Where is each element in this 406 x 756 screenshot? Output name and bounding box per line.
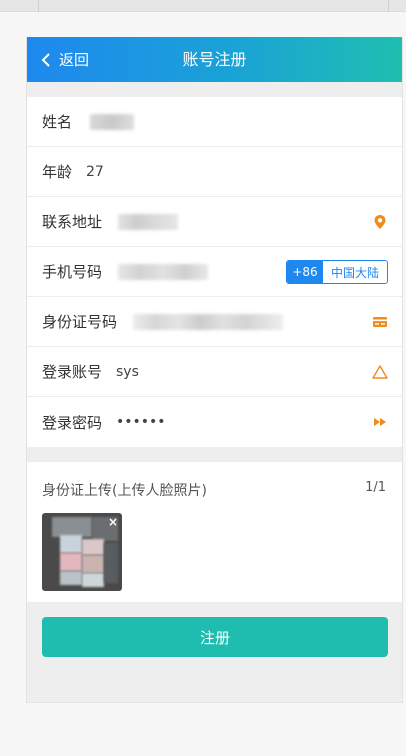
photo-pixel (60, 535, 82, 553)
id-number-row: 身份证号码 (27, 297, 402, 347)
phone-row: 手机号码 +86 中国大陆 (27, 247, 402, 297)
upload-count: 1/1 (365, 480, 386, 495)
country-code-button[interactable]: +86 (287, 261, 323, 283)
id-upload-section: 身份证上传(上传人脸照片) 1/1 × (27, 462, 402, 602)
photo-pixel (52, 517, 92, 537)
triangle-warning-icon[interactable] (372, 364, 388, 380)
phone-label: 手机号码 (42, 263, 103, 281)
back-button[interactable]: 返回 (41, 37, 89, 82)
password-label: 登录密码 (42, 413, 103, 432)
location-pin-icon[interactable] (372, 214, 388, 230)
photo-pixel (82, 573, 104, 587)
back-label: 返回 (59, 51, 90, 69)
register-button[interactable]: 注册 (42, 617, 388, 657)
region-button[interactable]: 中国大陆 (323, 261, 387, 283)
photo-pixel (82, 555, 104, 573)
address-row: 联系地址 (27, 197, 402, 247)
id-number-field[interactable] (133, 313, 284, 330)
registration-form: 姓名 年龄 27 联系地址 手机号码 +86 中国大陆 身份证号码 登录账号 s… (27, 97, 402, 447)
id-number-label: 身份证号码 (42, 313, 118, 331)
age-label: 年龄 (42, 163, 73, 181)
password-field[interactable]: •••••• (116, 414, 166, 430)
country-code-selector: +86 中国大陆 (286, 260, 388, 284)
strip-divider (38, 0, 39, 12)
name-field[interactable] (90, 113, 135, 130)
photo-pixel (82, 539, 104, 555)
strip-divider (388, 0, 389, 12)
phone-screen: 返回 账号注册 姓名 年龄 27 联系地址 手机号码 +86 中国大陆 身份证号… (26, 37, 403, 703)
account-label: 登录账号 (42, 363, 103, 381)
fast-forward-icon[interactable] (372, 414, 388, 430)
phone-field[interactable] (118, 263, 209, 280)
account-row: 登录账号 sys (27, 347, 402, 397)
address-field[interactable] (118, 213, 179, 230)
age-row: 年龄 27 (27, 147, 402, 197)
photo-pixel (60, 553, 82, 571)
account-field[interactable]: sys (116, 364, 139, 380)
password-row: 登录密码 •••••• (27, 397, 402, 447)
name-label: 姓名 (42, 113, 73, 131)
photo-pixel (60, 571, 82, 585)
browser-top-strip (0, 0, 406, 12)
address-label: 联系地址 (42, 213, 103, 231)
remove-photo-button[interactable]: × (108, 515, 118, 529)
name-row: 姓名 (27, 97, 402, 147)
id-card-icon[interactable] (372, 314, 388, 330)
chevron-left-icon (41, 52, 50, 67)
app-header: 返回 账号注册 (27, 37, 402, 82)
uploaded-photo-thumbnail[interactable]: × (42, 513, 122, 591)
upload-title: 身份证上传(上传人脸照片) (42, 483, 207, 499)
photo-pixel (104, 543, 118, 583)
age-field[interactable]: 27 (86, 164, 104, 180)
